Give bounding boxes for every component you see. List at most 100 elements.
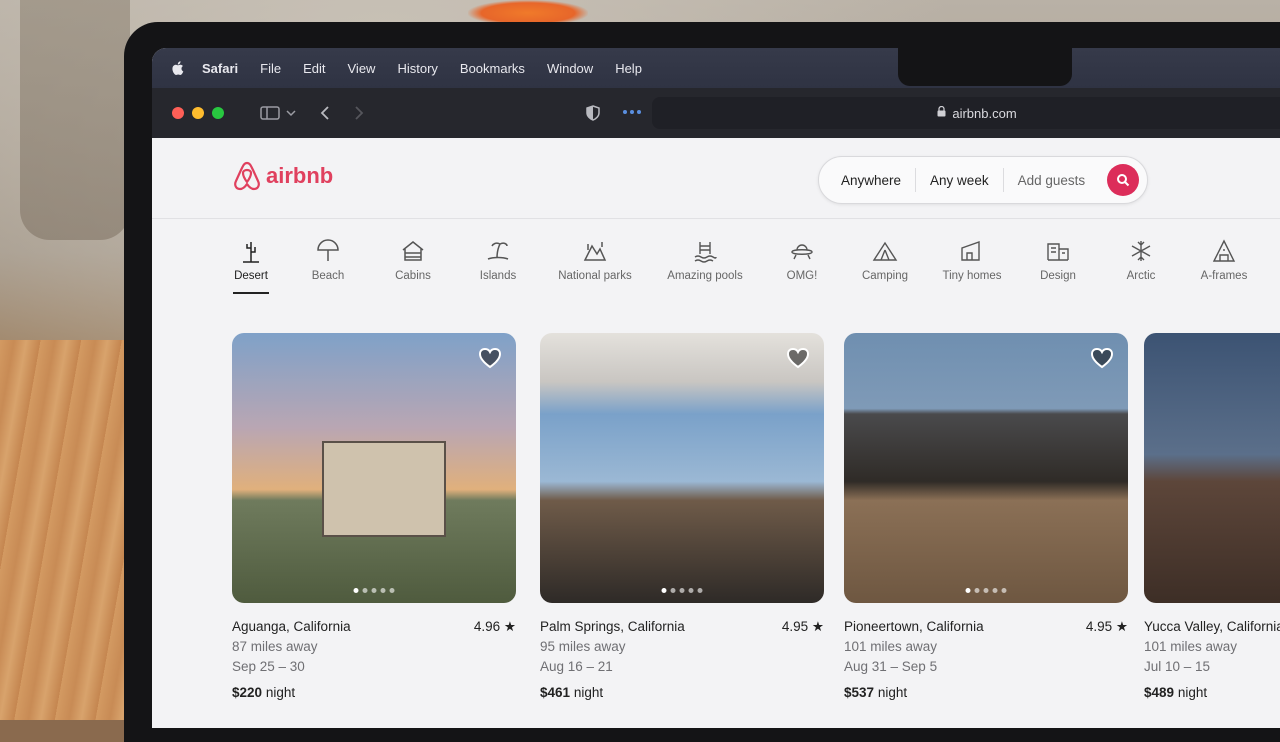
tent-icon <box>872 241 898 261</box>
price-unit: night <box>573 685 604 700</box>
category-label: Islands <box>479 270 517 282</box>
listing-price: $461 night <box>540 683 824 703</box>
category-label: Tiny homes <box>942 270 1002 282</box>
minimize-window-button[interactable] <box>192 107 204 119</box>
listing-dates: Jul 10 – 15 <box>1144 659 1211 674</box>
extension-icon[interactable] <box>622 108 642 116</box>
heart-icon[interactable] <box>478 347 502 369</box>
category-label: Arctic <box>1126 270 1156 282</box>
listing-card[interactable]: Yucca Valley, California 101 miles away … <box>1144 333 1280 703</box>
forward-icon[interactable] <box>354 105 364 121</box>
category-bar: Desert Beach Cabins Islands National par… <box>152 238 1280 318</box>
category-label: Beach <box>311 270 345 282</box>
category-islands[interactable]: Islands <box>443 238 553 282</box>
listing-card[interactable]: Pioneertown, California 4.95 ★ 101 miles… <box>844 333 1128 703</box>
category-label: A-frames <box>1200 270 1248 282</box>
category-amazing-pools[interactable]: Amazing pools <box>650 238 760 282</box>
palm-tree-icon <box>487 242 509 260</box>
category-label: Camping <box>861 270 909 282</box>
category-national-parks[interactable]: National parks <box>540 238 650 282</box>
listing-rating: 4.95 ★ <box>781 619 824 634</box>
photo-pagination <box>965 588 1007 593</box>
listing-card[interactable]: Aguanga, California 4.96 ★ 87 miles away… <box>232 333 516 703</box>
listing-photo[interactable] <box>232 333 516 603</box>
listing-photo[interactable] <box>844 333 1128 603</box>
search-bar[interactable]: Anywhere Any week Add guests <box>818 156 1148 204</box>
logo-text: airbnb <box>266 163 334 188</box>
browser-toolbar: airbnb.com <box>152 88 1280 138</box>
airbnb-logo[interactable]: airbnb <box>232 160 333 192</box>
category-label: Design <box>1040 270 1076 282</box>
zoom-window-button[interactable] <box>212 107 224 119</box>
menu-bookmarks[interactable]: Bookmarks <box>460 61 525 76</box>
heart-icon[interactable] <box>786 347 810 369</box>
menu-help[interactable]: Help <box>615 61 642 76</box>
listing-distance: 101 miles away <box>1144 639 1238 654</box>
category-label: OMG! <box>786 270 818 282</box>
web-page: airbnb Anywhere Any week Add guests Dese… <box>152 138 1280 728</box>
category-label: Desert <box>234 270 268 282</box>
category-a-frames[interactable]: A-frames <box>1169 238 1279 282</box>
cactus-icon <box>243 242 259 263</box>
menu-view[interactable]: View <box>348 61 376 76</box>
site-header: airbnb Anywhere Any week Add guests <box>152 138 1280 219</box>
listing-distance: 87 miles away <box>232 639 318 654</box>
menu-history[interactable]: History <box>397 61 437 76</box>
listing-photo[interactable] <box>1144 333 1280 603</box>
umbrella-icon <box>317 239 339 261</box>
listing-distance: 95 miles away <box>540 639 626 654</box>
search-where[interactable]: Anywhere <box>819 173 915 188</box>
listing-location: Yucca Valley, California <box>1144 619 1280 634</box>
chevron-down-icon[interactable] <box>286 109 296 117</box>
menu-window[interactable]: Window <box>547 61 593 76</box>
heart-icon[interactable] <box>1090 347 1114 369</box>
search-when[interactable]: Any week <box>916 173 1003 188</box>
menu-edit[interactable]: Edit <box>303 61 325 76</box>
price-amount: $220 <box>232 685 263 700</box>
category-label: Cabins <box>395 270 431 282</box>
price-unit: night <box>265 685 296 700</box>
active-underline <box>233 292 269 294</box>
apple-icon[interactable] <box>170 60 184 76</box>
lock-icon <box>937 105 946 120</box>
category-label: Amazing pools <box>667 270 743 282</box>
listing-dates: Aug 16 – 21 <box>540 659 613 674</box>
price-amount: $461 <box>540 685 571 700</box>
photo-pagination <box>661 588 703 593</box>
listing-photo[interactable] <box>540 333 824 603</box>
photo-pagination <box>353 588 395 593</box>
listing-dates: Aug 31 – Sep 5 <box>844 659 938 674</box>
price-unit: night <box>877 685 908 700</box>
cabin-icon <box>402 241 424 261</box>
back-icon[interactable] <box>320 105 330 121</box>
listing-card[interactable]: Palm Springs, California 4.95 ★ 95 miles… <box>540 333 824 703</box>
listing-price: $220 night <box>232 683 516 703</box>
background-plant <box>20 0 130 240</box>
menu-bar: Safari File Edit View History Bookmarks … <box>152 48 1280 88</box>
listing-rating: 4.95 ★ <box>1085 619 1128 634</box>
price-unit: night <box>1177 685 1208 700</box>
listing-rating: 4.96 ★ <box>473 619 516 634</box>
laptop-screen: Safari File Edit View History Bookmarks … <box>152 48 1280 728</box>
snowflake-icon <box>1131 241 1151 261</box>
listing-price: $537 night <box>844 683 1128 703</box>
privacy-shield-icon[interactable] <box>586 105 600 121</box>
price-amount: $537 <box>844 685 875 700</box>
menu-app-safari[interactable]: Safari <box>202 61 238 76</box>
menu-file[interactable]: File <box>260 61 281 76</box>
ufo-icon <box>791 244 813 260</box>
price-amount: $489 <box>1144 685 1175 700</box>
listing-dates: Sep 25 – 30 <box>232 659 305 674</box>
address-bar[interactable]: airbnb.com <box>652 97 1280 129</box>
category-label: National parks <box>558 270 632 282</box>
airbnb-logo-icon <box>234 161 260 191</box>
mountain-trees-icon <box>583 242 607 261</box>
search-guests[interactable]: Add guests <box>1004 173 1100 188</box>
close-window-button[interactable] <box>172 107 184 119</box>
sidebar-toggle-icon[interactable] <box>260 105 280 121</box>
listing-price: $489 night <box>1144 683 1280 703</box>
search-button[interactable] <box>1107 164 1139 196</box>
tiny-home-icon <box>961 241 980 261</box>
search-icon <box>1117 174 1130 187</box>
listing-distance: 101 miles away <box>844 639 938 654</box>
